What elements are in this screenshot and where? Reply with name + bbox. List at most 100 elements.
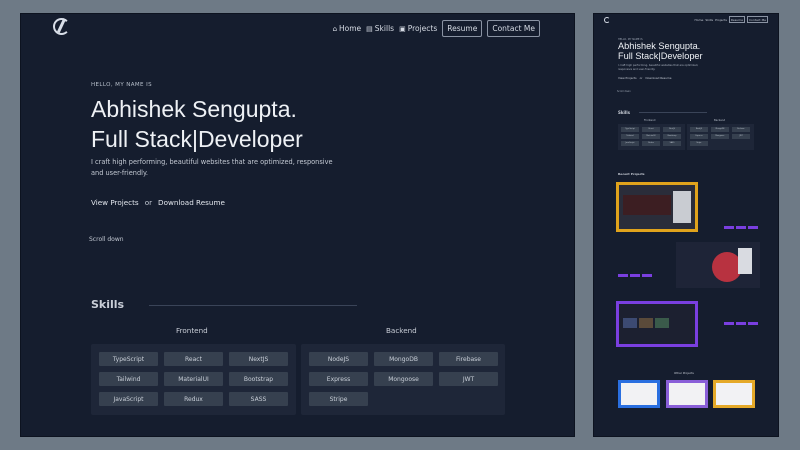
- home-icon: ⌂: [332, 24, 338, 33]
- skills-title: Skills: [91, 298, 125, 311]
- skill-chip: NodeJS: [309, 352, 368, 366]
- project-tag: [642, 274, 652, 277]
- preview-chip: Tailwind: [621, 134, 639, 139]
- preview-backend-box: NodeJS MongoDB Firebase Express Mongoose…: [687, 124, 754, 150]
- skill-chip: Stripe: [309, 392, 368, 406]
- project-tag: [748, 226, 758, 229]
- logo-icon: [604, 17, 610, 23]
- preview-download-resume: Download Resume: [645, 76, 672, 80]
- preview-or: or: [639, 76, 643, 80]
- skill-chip: NextJS: [229, 352, 288, 366]
- project-thumbnail[interactable]: [616, 182, 698, 232]
- preview-chip: Redux: [642, 141, 660, 146]
- preview-recent-projects-title: Recent Projects: [618, 172, 645, 176]
- preview-frontend-box: TypeScript React NextJS Tailwind Materia…: [618, 124, 685, 150]
- skill-chip: TypeScript: [99, 352, 158, 366]
- document-icon: ▤: [366, 24, 373, 33]
- preview-nav: Home Skills Projects Resume Contact Me: [695, 16, 768, 23]
- preview-ctas: View Projects or Download Resume: [618, 76, 671, 80]
- project-tag: [630, 274, 640, 277]
- hero-ctas: View Projects or Download Resume: [91, 198, 225, 207]
- skill-chip: Tailwind: [99, 372, 158, 386]
- backend-skills: NodeJS MongoDB Firebase Express Mongoose…: [301, 344, 505, 415]
- hero-description: I craft high performing, beautiful websi…: [91, 158, 333, 177]
- view-projects-link[interactable]: View Projects: [91, 198, 139, 207]
- resume-button[interactable]: Resume: [442, 20, 483, 37]
- skill-chip: Redux: [164, 392, 223, 406]
- project-thumbnail[interactable]: [616, 301, 698, 347]
- project-tag: [736, 322, 746, 325]
- preview-chip: SASS: [663, 141, 681, 146]
- scroll-down-link[interactable]: Scroll down: [89, 236, 124, 243]
- preview-skills-divider: [639, 112, 707, 113]
- frontend-skills: TypeScript React NextJS Tailwind Materia…: [91, 344, 296, 415]
- preview-chip: Bootstrap: [663, 134, 681, 139]
- skill-chip: JavaScript: [99, 392, 158, 406]
- project-tag: [618, 274, 628, 277]
- preview-frontend-title: Frontend: [644, 119, 656, 122]
- skill-chip: MaterialUI: [164, 372, 223, 386]
- nav-projects[interactable]: ▣ Projects: [399, 24, 437, 33]
- project-tag: [736, 226, 746, 229]
- preview-chip: MongoDB: [711, 127, 729, 132]
- preview-description: I craft high performing, beautiful websi…: [618, 64, 699, 71]
- skill-chip: Bootstrap: [229, 372, 288, 386]
- project-screenshot: [619, 185, 695, 229]
- other-project-card[interactable]: [666, 380, 708, 408]
- preview-chip: React: [642, 127, 660, 132]
- preview-chip: JavaScript: [621, 141, 639, 146]
- skill-chip: Express: [309, 372, 368, 386]
- preview-chip: Express: [690, 134, 708, 139]
- preview-role: Full Stack|Developer: [618, 51, 703, 61]
- hero-name: Abhishek Sengupta.: [91, 96, 297, 122]
- skill-chip: React: [164, 352, 223, 366]
- other-project-preview: [716, 383, 752, 405]
- other-project-preview: [621, 383, 657, 405]
- preview-chip: Stripe: [690, 141, 708, 146]
- skill-chip: MongoDB: [374, 352, 433, 366]
- skill-chip: Firebase: [439, 352, 498, 366]
- frontend-title: Frontend: [176, 326, 208, 335]
- skills-divider: [149, 305, 357, 306]
- project-tag: [748, 322, 758, 325]
- nav-skills-label: Skills: [374, 24, 395, 33]
- preview-chip: Firebase: [732, 127, 750, 132]
- project-tag: [724, 226, 734, 229]
- preview-chip: NodeJS: [690, 127, 708, 132]
- project-thumbnail[interactable]: [676, 242, 760, 288]
- nav-links: ⌂ Home ▤ Skills ▣ Projects Resume Contact M…: [333, 20, 540, 37]
- preview-chip: NextJS: [663, 127, 681, 132]
- main-window: ⌂ Home ▤ Skills ▣ Projects Resume Contact M…: [20, 13, 575, 437]
- or-text: or: [144, 198, 153, 207]
- preview-nav-resume: Resume: [728, 16, 745, 23]
- logo-icon[interactable]: [53, 18, 70, 35]
- project-phone-mockup: [738, 248, 752, 274]
- nav-projects-label: Projects: [407, 24, 438, 33]
- preview-view-projects: View Projects: [618, 76, 637, 80]
- hero-greeting: HELLO, MY NAME IS: [91, 82, 152, 88]
- other-project-card[interactable]: [618, 380, 660, 408]
- preview-chip: Mongoose: [711, 134, 729, 139]
- preview-chip: MaterialUI: [642, 134, 660, 139]
- projects-icon: ▣: [399, 24, 406, 33]
- other-project-card[interactable]: [713, 380, 755, 408]
- download-resume-link[interactable]: Download Resume: [158, 198, 225, 207]
- skill-chip: Mongoose: [374, 372, 433, 386]
- full-page-preview: Home Skills Projects Resume Contact Me H…: [593, 13, 779, 437]
- nav-home-label: Home: [339, 24, 362, 33]
- nav-home[interactable]: ⌂ Home: [333, 24, 362, 33]
- preview-skills-title: Skills: [618, 110, 631, 115]
- preview-nav-projects: Projects: [715, 17, 727, 22]
- project-screenshot: [619, 304, 695, 344]
- skill-chip: SASS: [229, 392, 288, 406]
- preview-nav-skills: Skills: [705, 17, 714, 22]
- top-nav: ⌂ Home ▤ Skills ▣ Projects Resume Contact M…: [21, 14, 574, 42]
- preview-backend-title: Backend: [714, 119, 726, 122]
- contact-button[interactable]: Contact Me: [487, 20, 540, 37]
- other-project-preview: [669, 383, 705, 405]
- nav-skills[interactable]: ▤ Skills: [366, 24, 394, 33]
- preview-chip: TypeScript: [621, 127, 639, 132]
- skill-chip: JWT: [439, 372, 498, 386]
- project-tag: [724, 322, 734, 325]
- preview-scroll: Scroll down: [617, 90, 631, 93]
